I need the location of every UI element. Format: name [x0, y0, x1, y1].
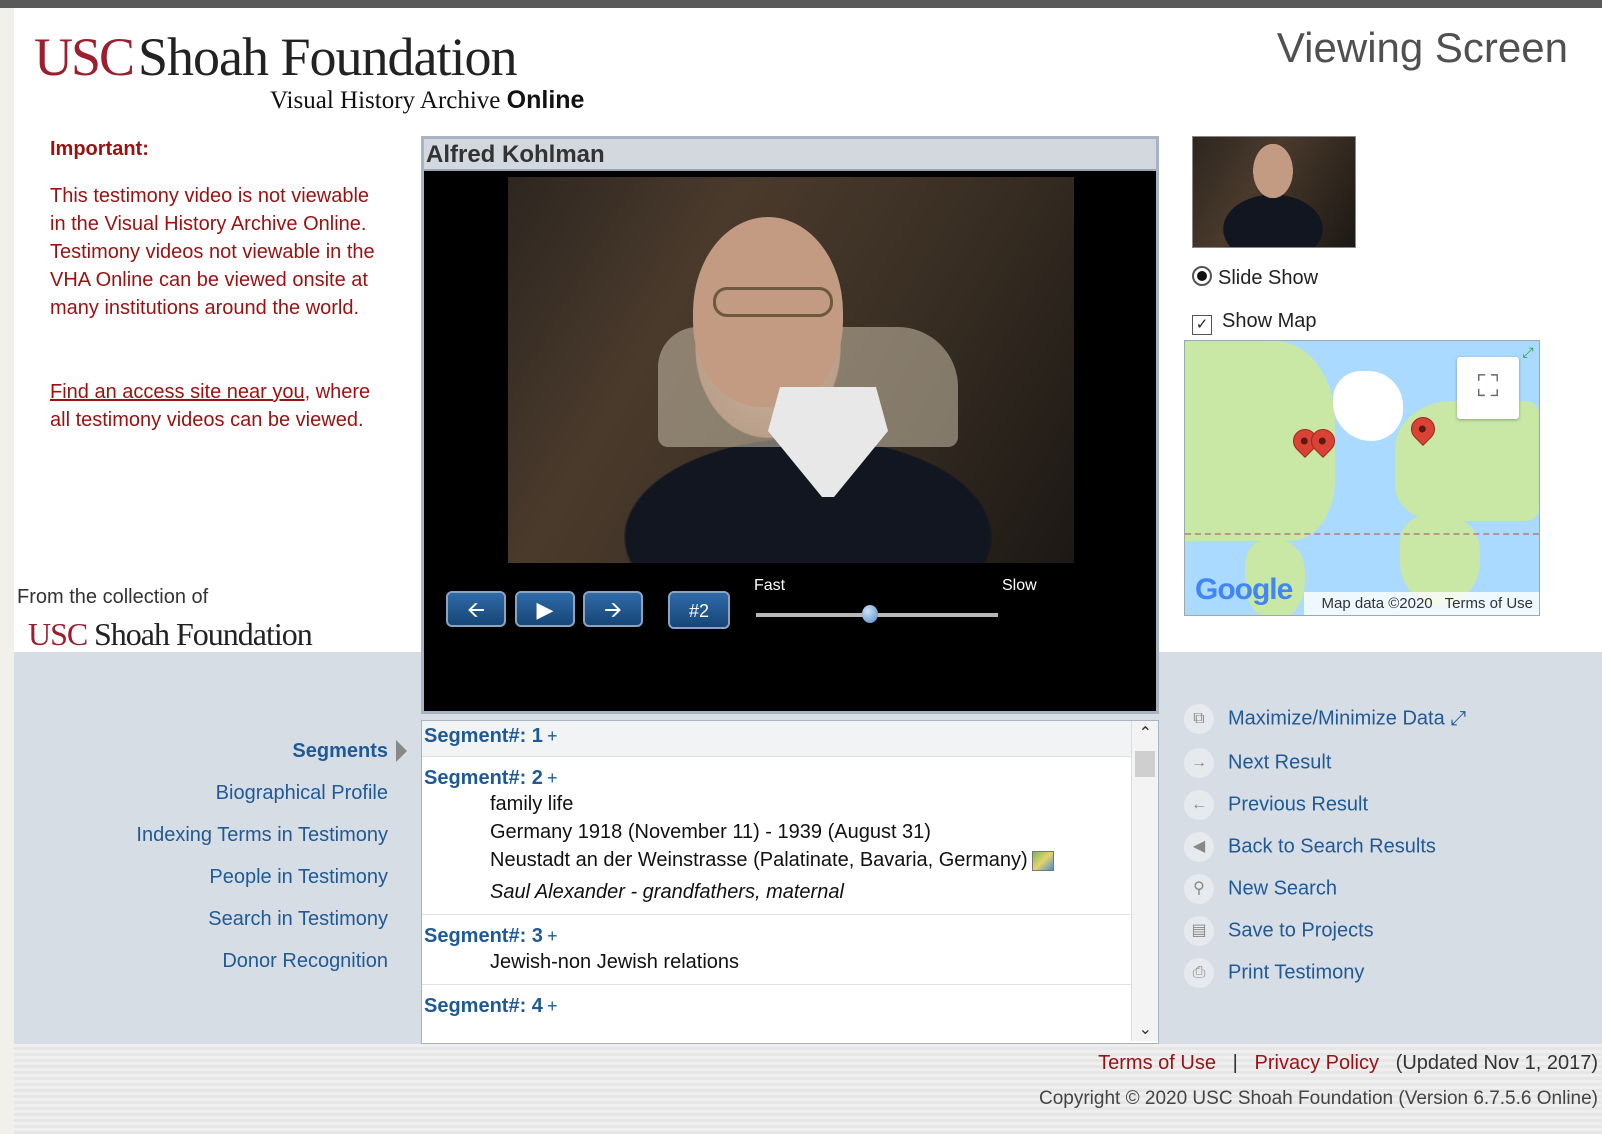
- important-label: Important:: [50, 138, 149, 160]
- arrow-right-icon: 🡪: [604, 597, 622, 622]
- expand-plus-icon[interactable]: +: [547, 926, 558, 946]
- locations-map[interactable]: ⛶ ⤢ Google Map data ©2020 Terms of Use: [1184, 340, 1540, 616]
- nav-search-in-testimony[interactable]: Search in Testimony: [208, 908, 388, 931]
- testimony-viewer: Alfred Kohlman 🡨 ▶ 🡪 #2 Fast Slow: [421, 136, 1159, 714]
- access-site-notice: Find an access site near you, where all …: [50, 378, 390, 434]
- play-button[interactable]: ▶: [515, 591, 575, 627]
- map-fullscreen-button[interactable]: ⛶: [1457, 357, 1519, 419]
- maximize-minimize-button[interactable]: ⧉ Maximize/Minimize Data ⤢: [1184, 704, 1466, 734]
- map-attribution: Map data ©2020 Terms of Use: [1303, 592, 1539, 615]
- fullscreen-icon: ⛶: [1477, 370, 1499, 403]
- map-thumbnail-icon[interactable]: [1031, 850, 1054, 871]
- nav-segments[interactable]: Segments: [292, 740, 388, 763]
- next-result-button[interactable]: → Next Result: [1184, 748, 1331, 778]
- slide-number: #2: [668, 591, 730, 629]
- video-glasses: [713, 287, 833, 317]
- print-testimony-button[interactable]: ⎙ Print Testimony: [1184, 958, 1364, 988]
- footer-links: Terms of Use | Privacy Policy (Updated N…: [1098, 1052, 1598, 1075]
- logo-usc: USC: [34, 27, 135, 87]
- segment-term: family life: [490, 793, 574, 815]
- arrow-left-icon: 🡨: [467, 597, 485, 622]
- logo-shoah-foundation: Shoah Foundation: [138, 27, 518, 87]
- document-icon: ▤: [1184, 916, 1214, 946]
- nav-donor-recognition[interactable]: Donor Recognition: [222, 950, 388, 973]
- nav-biographical-profile[interactable]: Biographical Profile: [216, 782, 388, 805]
- google-logo: Google: [1195, 573, 1293, 606]
- segment-heading[interactable]: Segment#: 1 +: [422, 725, 559, 747]
- testimony-thumbnail[interactable]: [1192, 136, 1356, 248]
- expand-plus-icon[interactable]: +: [547, 996, 558, 1016]
- segment-heading[interactable]: Segment#: 2 +: [422, 767, 1158, 790]
- nav-active-arrow-icon: [396, 740, 407, 762]
- policy-updated: (Updated Nov 1, 2017): [1395, 1052, 1598, 1074]
- segment-item: Segment#: 3 + Jewish-non Jewish relations: [422, 915, 1158, 985]
- previous-slide-button[interactable]: 🡨: [446, 591, 506, 627]
- slide-show-label: Slide Show: [1218, 267, 1319, 289]
- terms-of-use-link[interactable]: Terms of Use: [1098, 1052, 1216, 1074]
- segment-heading[interactable]: Segment#: 4 +: [422, 995, 1158, 1018]
- map-terms-link[interactable]: Terms of Use: [1445, 595, 1533, 612]
- arrow-right-icon: →: [1184, 748, 1214, 778]
- scrollbar-thumb[interactable]: [1135, 751, 1155, 777]
- next-slide-button[interactable]: 🡪: [583, 591, 643, 627]
- expand-arrows-icon: ⤢: [1450, 707, 1467, 730]
- viewer-title: Alfred Kohlman: [424, 139, 1156, 171]
- back-to-search-results-button[interactable]: ◀ Back to Search Results: [1184, 832, 1436, 862]
- arrow-left-icon: ←: [1184, 790, 1214, 820]
- video-collar: [768, 387, 888, 497]
- segment-term: Germany 1918 (November 11) - 1939 (Augus…: [490, 821, 931, 843]
- footer-separator: |: [1232, 1052, 1238, 1074]
- slide-show-option[interactable]: Slide Show: [1192, 266, 1318, 290]
- nav-indexing-terms[interactable]: Indexing Terms in Testimony: [136, 824, 388, 847]
- map-tropic-line: [1185, 533, 1539, 535]
- new-search-button[interactable]: ⚲ New Search: [1184, 874, 1337, 904]
- show-map-option[interactable]: ✓ Show Map: [1192, 310, 1317, 335]
- important-text: This testimony video is not viewable in …: [50, 185, 375, 319]
- collection-logo-shoah: Shoah Foundation: [94, 616, 313, 652]
- chevron-down-icon[interactable]: ⌄: [1139, 1019, 1152, 1039]
- page: USC Shoah Foundation Visual History Arch…: [14, 8, 1602, 1134]
- page-title: Viewing Screen: [1276, 24, 1568, 71]
- find-access-site-link[interactable]: Find an access site near you: [50, 381, 305, 403]
- chevron-up-icon[interactable]: ⌃: [1139, 723, 1152, 743]
- map-data-label: Map data ©2020: [1321, 595, 1433, 612]
- copyright: Copyright © 2020 USC Shoah Foundation (V…: [1039, 1088, 1598, 1109]
- radio-selected-icon[interactable]: [1192, 266, 1212, 286]
- triangle-left-icon: ◀: [1184, 832, 1214, 862]
- logo-subtitle-online: Online: [506, 86, 585, 114]
- testimony-still-image: [508, 177, 1074, 563]
- segment-item: Segment#: 4 +: [422, 985, 1158, 1018]
- checkbox-checked-icon[interactable]: ✓: [1192, 315, 1212, 335]
- previous-result-button[interactable]: ← Previous Result: [1184, 790, 1368, 820]
- segments-list[interactable]: Segment#: 1 + Segment#: 2 + family life Ge…: [421, 720, 1159, 1044]
- expand-plus-icon[interactable]: +: [547, 726, 558, 746]
- privacy-policy-link[interactable]: Privacy Policy: [1255, 1052, 1379, 1074]
- segments-scrollbar[interactable]: ⌃ ⌄: [1131, 721, 1158, 1041]
- segment-item: Segment#: 2 + family life Germany 1918 (N…: [422, 757, 1158, 915]
- speed-slider-knob[interactable]: [861, 605, 878, 623]
- segment-term-location: Neustadt an der Weinstrasse (Palatinate,…: [422, 846, 1158, 874]
- window-icon: ⧉: [1184, 704, 1214, 734]
- logo-subtitle-text: Visual History Archive: [270, 87, 501, 114]
- save-to-projects-button[interactable]: ▤ Save to Projects: [1184, 916, 1374, 946]
- printer-icon: ⎙: [1184, 958, 1214, 988]
- expand-icon[interactable]: ⤢: [1519, 343, 1537, 361]
- segment-person: Saul Alexander - grandfathers, maternal: [490, 881, 844, 903]
- map-land-greenland: [1333, 371, 1403, 441]
- segment-item: Segment#: 1 +: [422, 721, 1158, 757]
- nav-people[interactable]: People in Testimony: [209, 866, 388, 889]
- top-border: [0, 0, 1602, 8]
- collection-label: From the collection of: [17, 586, 209, 608]
- expand-plus-icon[interactable]: +: [547, 768, 558, 788]
- play-icon: ▶: [536, 597, 554, 622]
- magnifier-icon: ⚲: [1184, 874, 1214, 904]
- segment-heading[interactable]: Segment#: 3 +: [422, 925, 1158, 948]
- segment-term: Jewish-non Jewish relations: [490, 951, 740, 973]
- speed-fast-label: Fast: [754, 577, 786, 594]
- speed-slow-label: Slow: [1002, 577, 1037, 594]
- logo-subtitle: Visual History Archive Online: [270, 86, 584, 115]
- collection-logo-usc: USC: [28, 616, 88, 652]
- show-map-label: Show Map: [1222, 310, 1317, 332]
